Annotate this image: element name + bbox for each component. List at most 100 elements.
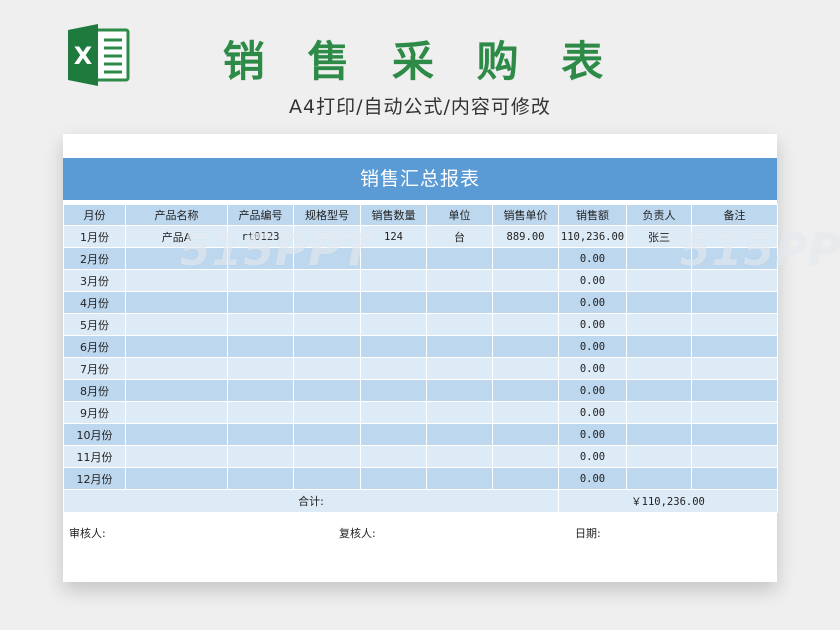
cell-spec[interactable] — [293, 357, 361, 380]
cell-owner[interactable] — [626, 423, 692, 446]
cell-product[interactable] — [125, 401, 228, 424]
cell-amount[interactable]: 110,236.00 — [558, 225, 627, 248]
cell-owner[interactable] — [626, 269, 692, 292]
cell-code[interactable] — [227, 269, 294, 292]
cell-price[interactable] — [492, 247, 559, 270]
cell-note[interactable] — [691, 269, 778, 292]
cell-amount[interactable]: 0.00 — [558, 313, 627, 336]
total-value[interactable]: ￥110,236.00 — [558, 489, 778, 513]
cell-spec[interactable] — [293, 269, 361, 292]
cell-product[interactable]: 产品A — [125, 225, 228, 248]
cell-spec[interactable] — [293, 247, 361, 270]
cell-month[interactable]: 8月份 — [63, 379, 126, 402]
cell-owner[interactable] — [626, 247, 692, 270]
cell-price[interactable] — [492, 401, 559, 424]
cell-qty[interactable]: 124 — [360, 225, 427, 248]
cell-product[interactable] — [125, 357, 228, 380]
cell-price[interactable] — [492, 379, 559, 402]
cell-product[interactable] — [125, 467, 228, 490]
cell-qty[interactable] — [360, 335, 427, 358]
cell-qty[interactable] — [360, 357, 427, 380]
cell-amount[interactable]: 0.00 — [558, 401, 627, 424]
cell-product[interactable] — [125, 379, 228, 402]
cell-code[interactable]: rt0123 — [227, 225, 294, 248]
cell-unit[interactable] — [426, 379, 493, 402]
cell-price[interactable] — [492, 269, 559, 292]
cell-qty[interactable] — [360, 379, 427, 402]
cell-price[interactable] — [492, 467, 559, 490]
cell-code[interactable] — [227, 335, 294, 358]
cell-owner[interactable] — [626, 401, 692, 424]
cell-owner[interactable] — [626, 335, 692, 358]
cell-unit[interactable] — [426, 423, 493, 446]
cell-spec[interactable] — [293, 313, 361, 336]
cell-note[interactable] — [691, 247, 778, 270]
cell-code[interactable] — [227, 291, 294, 314]
cell-month[interactable]: 2月份 — [63, 247, 126, 270]
cell-note[interactable] — [691, 467, 778, 490]
cell-note[interactable] — [691, 401, 778, 424]
cell-unit[interactable] — [426, 467, 493, 490]
cell-note[interactable] — [691, 313, 778, 336]
cell-month[interactable]: 12月份 — [63, 467, 126, 490]
cell-price[interactable] — [492, 357, 559, 380]
cell-amount[interactable]: 0.00 — [558, 379, 627, 402]
cell-month[interactable]: 3月份 — [63, 269, 126, 292]
cell-unit[interactable] — [426, 291, 493, 314]
cell-amount[interactable]: 0.00 — [558, 467, 627, 490]
cell-note[interactable] — [691, 335, 778, 358]
cell-code[interactable] — [227, 379, 294, 402]
cell-note[interactable] — [691, 225, 778, 248]
cell-amount[interactable]: 0.00 — [558, 269, 627, 292]
cell-owner[interactable] — [626, 379, 692, 402]
cell-owner[interactable] — [626, 445, 692, 468]
cell-unit[interactable] — [426, 401, 493, 424]
cell-owner[interactable]: 张三 — [626, 225, 692, 248]
cell-price[interactable] — [492, 445, 559, 468]
cell-product[interactable] — [125, 269, 228, 292]
cell-amount[interactable]: 0.00 — [558, 247, 627, 270]
cell-price[interactable] — [492, 291, 559, 314]
cell-qty[interactable] — [360, 467, 427, 490]
cell-qty[interactable] — [360, 269, 427, 292]
cell-month[interactable]: 9月份 — [63, 401, 126, 424]
cell-note[interactable] — [691, 423, 778, 446]
cell-month[interactable]: 1月份 — [63, 225, 126, 248]
cell-note[interactable] — [691, 445, 778, 468]
cell-price[interactable] — [492, 423, 559, 446]
cell-note[interactable] — [691, 291, 778, 314]
cell-amount[interactable]: 0.00 — [558, 291, 627, 314]
cell-month[interactable]: 11月份 — [63, 445, 126, 468]
cell-owner[interactable] — [626, 291, 692, 314]
cell-unit[interactable] — [426, 269, 493, 292]
cell-note[interactable] — [691, 357, 778, 380]
cell-month[interactable]: 6月份 — [63, 335, 126, 358]
cell-code[interactable] — [227, 445, 294, 468]
cell-unit[interactable] — [426, 357, 493, 380]
cell-month[interactable]: 4月份 — [63, 291, 126, 314]
cell-unit[interactable] — [426, 313, 493, 336]
cell-qty[interactable] — [360, 313, 427, 336]
cell-spec[interactable] — [293, 401, 361, 424]
cell-code[interactable] — [227, 313, 294, 336]
cell-qty[interactable] — [360, 401, 427, 424]
cell-product[interactable] — [125, 445, 228, 468]
cell-unit[interactable] — [426, 445, 493, 468]
cell-amount[interactable]: 0.00 — [558, 335, 627, 358]
cell-price[interactable] — [492, 335, 559, 358]
cell-code[interactable] — [227, 423, 294, 446]
cell-product[interactable] — [125, 291, 228, 314]
cell-code[interactable] — [227, 467, 294, 490]
cell-spec[interactable] — [293, 335, 361, 358]
cell-amount[interactable]: 0.00 — [558, 357, 627, 380]
cell-spec[interactable] — [293, 225, 361, 248]
cell-amount[interactable]: 0.00 — [558, 445, 627, 468]
cell-price[interactable] — [492, 313, 559, 336]
cell-qty[interactable] — [360, 291, 427, 314]
cell-note[interactable] — [691, 379, 778, 402]
cell-qty[interactable] — [360, 423, 427, 446]
cell-product[interactable] — [125, 335, 228, 358]
cell-unit[interactable] — [426, 335, 493, 358]
cell-product[interactable] — [125, 313, 228, 336]
cell-code[interactable] — [227, 247, 294, 270]
